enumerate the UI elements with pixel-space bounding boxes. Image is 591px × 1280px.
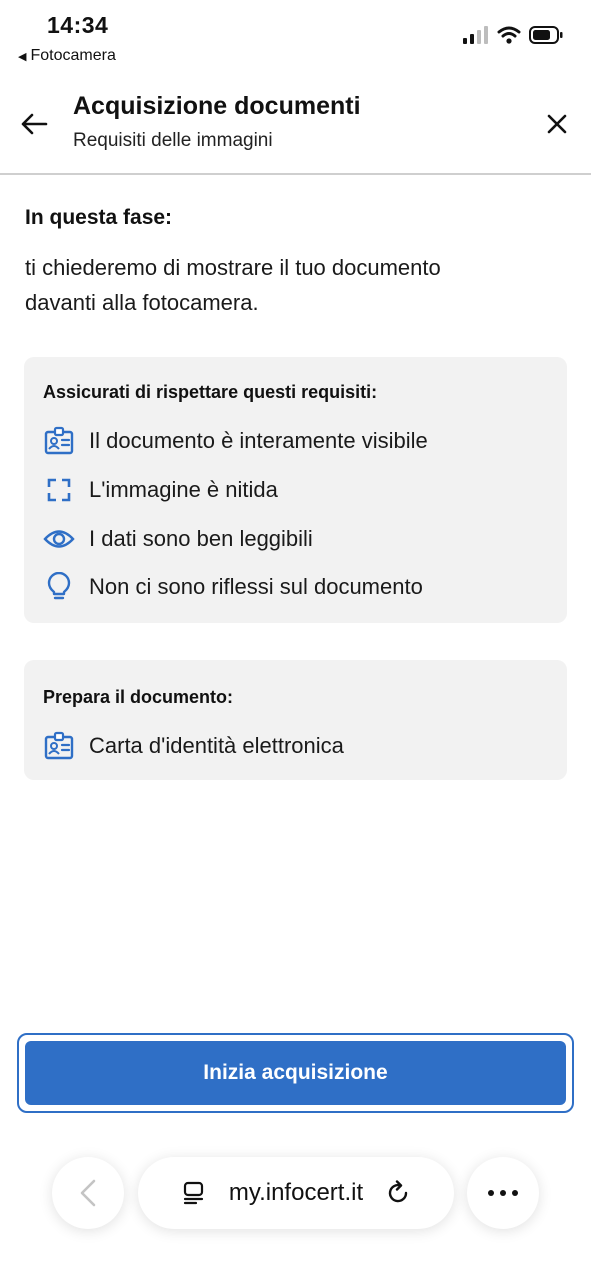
requirement-text: Non ci sono riflessi sul documento (89, 574, 423, 599)
battery-icon (529, 26, 563, 44)
close-icon (547, 114, 567, 134)
status-time: 14:34 (47, 12, 109, 38)
signal-icon (463, 26, 488, 44)
page-title: Acquisizione documenti (73, 92, 361, 120)
focus-frame-icon (43, 474, 75, 506)
id-card-icon (43, 730, 75, 762)
url-text: my.infocert.it (228, 1179, 364, 1206)
arrow-left-icon (21, 113, 48, 135)
close-button[interactable] (541, 108, 573, 140)
more-options-button[interactable] (467, 1157, 539, 1229)
reload-icon[interactable] (385, 1180, 411, 1206)
browser-back-button[interactable] (52, 1157, 124, 1229)
requirement-item: L'immagine è nitida (43, 474, 278, 506)
intro-heading: In questa fase: (25, 206, 173, 229)
requirement-text: I dati sono ben leggibili (89, 526, 313, 551)
status-icons (463, 26, 563, 44)
lightbulb-icon (43, 571, 75, 603)
intro-line-2: davanti alla fotocamera. (25, 290, 259, 315)
requirement-item: I dati sono ben leggibili (43, 523, 313, 555)
prepare-document-card: Prepara il documento: Carta d'identità e… (24, 660, 567, 780)
id-card-icon (43, 425, 75, 457)
requirement-item: Il documento è interamente visibile (43, 425, 428, 457)
document-text: Carta d'identità elettronica (89, 733, 344, 758)
requirement-text: L'immagine è nitida (89, 477, 278, 502)
back-app-label: Fotocamera (30, 47, 116, 64)
page-subtitle: Requisiti delle immagini (73, 130, 273, 151)
eye-icon (43, 523, 75, 555)
intro-text: ti chiederemo di mostrare il tuo documen… (25, 250, 565, 320)
header-divider (0, 173, 591, 175)
address-bar[interactable]: my.infocert.it (138, 1157, 454, 1229)
wifi-icon (497, 26, 521, 44)
intro-line-1: ti chiederemo di mostrare il tuo documen… (25, 255, 441, 280)
requirement-item: Non ci sono riflessi sul documento (43, 571, 423, 603)
back-to-app-link[interactable]: ◀ Fotocamera (18, 47, 116, 65)
prepare-title: Prepara il documento: (43, 687, 234, 707)
document-item: Carta d'identità elettronica (43, 730, 344, 762)
start-acquisition-button[interactable]: Inizia acquisizione (25, 1041, 566, 1105)
requirements-card: Assicurati di rispettare questi requisit… (24, 357, 567, 623)
back-button[interactable] (18, 108, 50, 140)
page-icon (183, 1181, 203, 1205)
requirements-title: Assicurati di rispettare questi requisit… (43, 382, 378, 402)
requirement-text: Il documento è interamente visibile (89, 428, 428, 453)
chevron-left-icon (80, 1179, 96, 1207)
more-icon (488, 1190, 518, 1196)
back-triangle-icon: ◀ (18, 50, 27, 63)
